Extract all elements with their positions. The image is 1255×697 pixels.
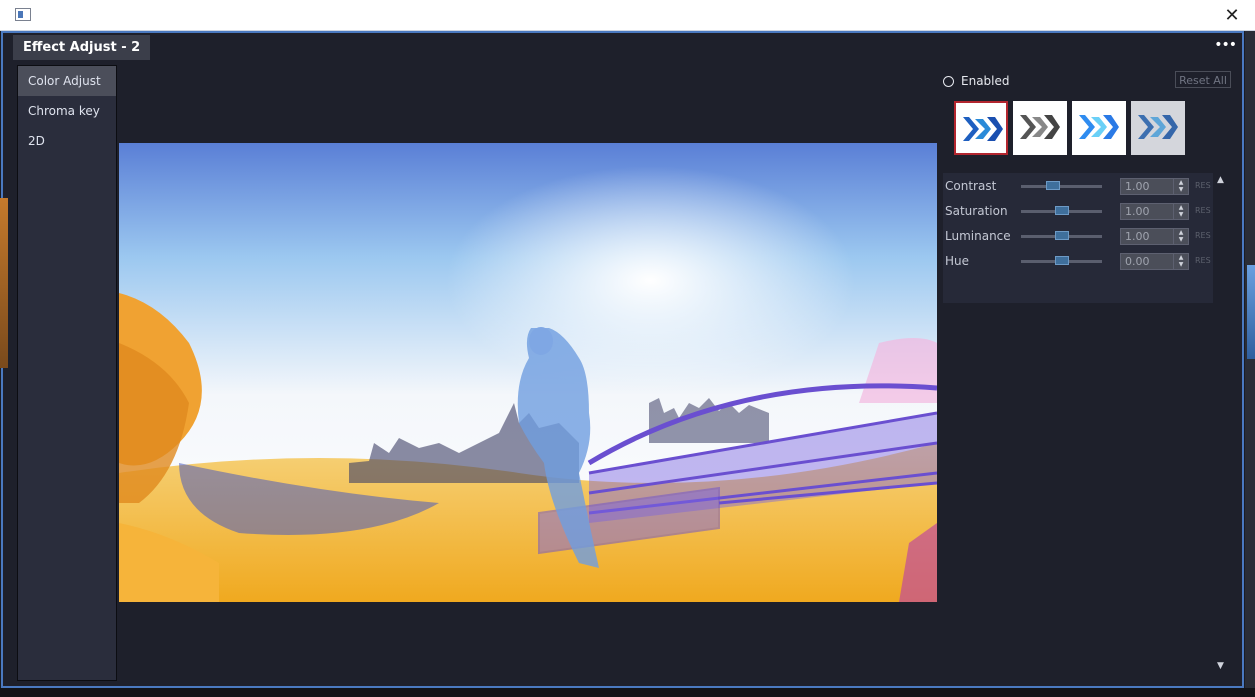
preset-bright-icon: [1079, 115, 1119, 139]
background-window-edge-left: [0, 198, 8, 368]
preset-muted-icon: [1138, 115, 1178, 139]
saturation-reset-button[interactable]: RES: [1195, 206, 1211, 215]
preset-grayscale-icon: [1020, 115, 1060, 139]
hue-label: Hue: [945, 254, 970, 268]
param-hue: Hue 0.00 ▲ ▼ RES: [943, 251, 1213, 271]
category-item-color-adjust[interactable]: Color Adjust: [18, 66, 116, 96]
effect-category-list: Color Adjust Chroma key 2D: [17, 65, 117, 681]
close-button[interactable]: ✕: [1209, 0, 1255, 31]
luminance-slider-handle[interactable]: [1054, 231, 1069, 240]
params-scrollbar[interactable]: ▲ ▼: [1217, 173, 1229, 673]
saturation-slider-handle[interactable]: [1054, 206, 1069, 215]
contrast-label: Contrast: [945, 179, 997, 193]
hue-reset-button[interactable]: RES: [1195, 256, 1211, 265]
preset-color-icon: [963, 117, 1003, 141]
contrast-slider-handle[interactable]: [1045, 181, 1060, 190]
app-window-icon: [15, 8, 31, 21]
saturation-spinbox[interactable]: 1.00 ▲ ▼: [1120, 203, 1189, 220]
param-contrast: Contrast 1.00 ▲ ▼ RES: [943, 176, 1213, 196]
preset-bright-thumbnail[interactable]: [1072, 101, 1126, 155]
enabled-radio-icon[interactable]: [943, 75, 954, 87]
reset-all-button[interactable]: Reset All: [1175, 71, 1231, 88]
bottom-strip: [0, 688, 1255, 697]
param-saturation: Saturation 1.00 ▲ ▼ RES: [943, 201, 1213, 221]
title-bar: ✕: [0, 0, 1255, 31]
luminance-reset-button[interactable]: RES: [1195, 231, 1211, 240]
luminance-value: 1.00: [1125, 230, 1150, 243]
saturation-spin-arrows-icon[interactable]: ▲ ▼: [1173, 204, 1188, 219]
contrast-value: 1.00: [1125, 180, 1150, 193]
param-luminance: Luminance 1.00 ▲ ▼ RES: [943, 226, 1213, 246]
enabled-label: Enabled: [961, 74, 1010, 88]
preset-muted-thumbnail[interactable]: [1131, 101, 1185, 155]
hue-spin-arrows-icon[interactable]: ▲ ▼: [1173, 254, 1188, 269]
contrast-slider[interactable]: [1021, 185, 1102, 188]
hue-spinbox[interactable]: 0.00 ▲ ▼: [1120, 253, 1189, 270]
preset-grayscale-thumbnail[interactable]: [1013, 101, 1067, 155]
scroll-up-icon[interactable]: ▲: [1217, 175, 1224, 185]
background-window-edge-right: [1245, 31, 1255, 688]
scroll-down-icon[interactable]: ▼: [1217, 661, 1224, 671]
luminance-spin-arrows-icon[interactable]: ▲ ▼: [1173, 229, 1188, 244]
video-preview: [119, 143, 937, 602]
hue-slider-handle[interactable]: [1054, 256, 1069, 265]
luminance-label: Luminance: [945, 229, 1011, 243]
saturation-value: 1.00: [1125, 205, 1150, 218]
luminance-spinbox[interactable]: 1.00 ▲ ▼: [1120, 228, 1189, 245]
preset-color-thumbnail[interactable]: [954, 101, 1008, 155]
enabled-toggle[interactable]: Enabled: [943, 73, 1010, 89]
preview-image: [119, 143, 937, 602]
color-params-panel: Contrast 1.00 ▲ ▼ RES Saturation 1.00 ▲ ▼ …: [943, 173, 1213, 303]
saturation-label: Saturation: [945, 204, 1008, 218]
hue-value: 0.00: [1125, 255, 1150, 268]
contrast-reset-button[interactable]: RES: [1195, 181, 1211, 190]
effect-adjust-window: Effect Adjust - 2 ••• Color Adjust Chrom…: [1, 31, 1244, 688]
category-item-2d[interactable]: 2D: [18, 126, 116, 156]
more-options-icon[interactable]: •••: [1214, 37, 1237, 53]
tab-effect-adjust[interactable]: Effect Adjust - 2: [13, 35, 151, 60]
category-item-chroma-key[interactable]: Chroma key: [18, 96, 116, 126]
contrast-spinbox[interactable]: 1.00 ▲ ▼: [1120, 178, 1189, 195]
contrast-spin-arrows-icon[interactable]: ▲ ▼: [1173, 179, 1188, 194]
